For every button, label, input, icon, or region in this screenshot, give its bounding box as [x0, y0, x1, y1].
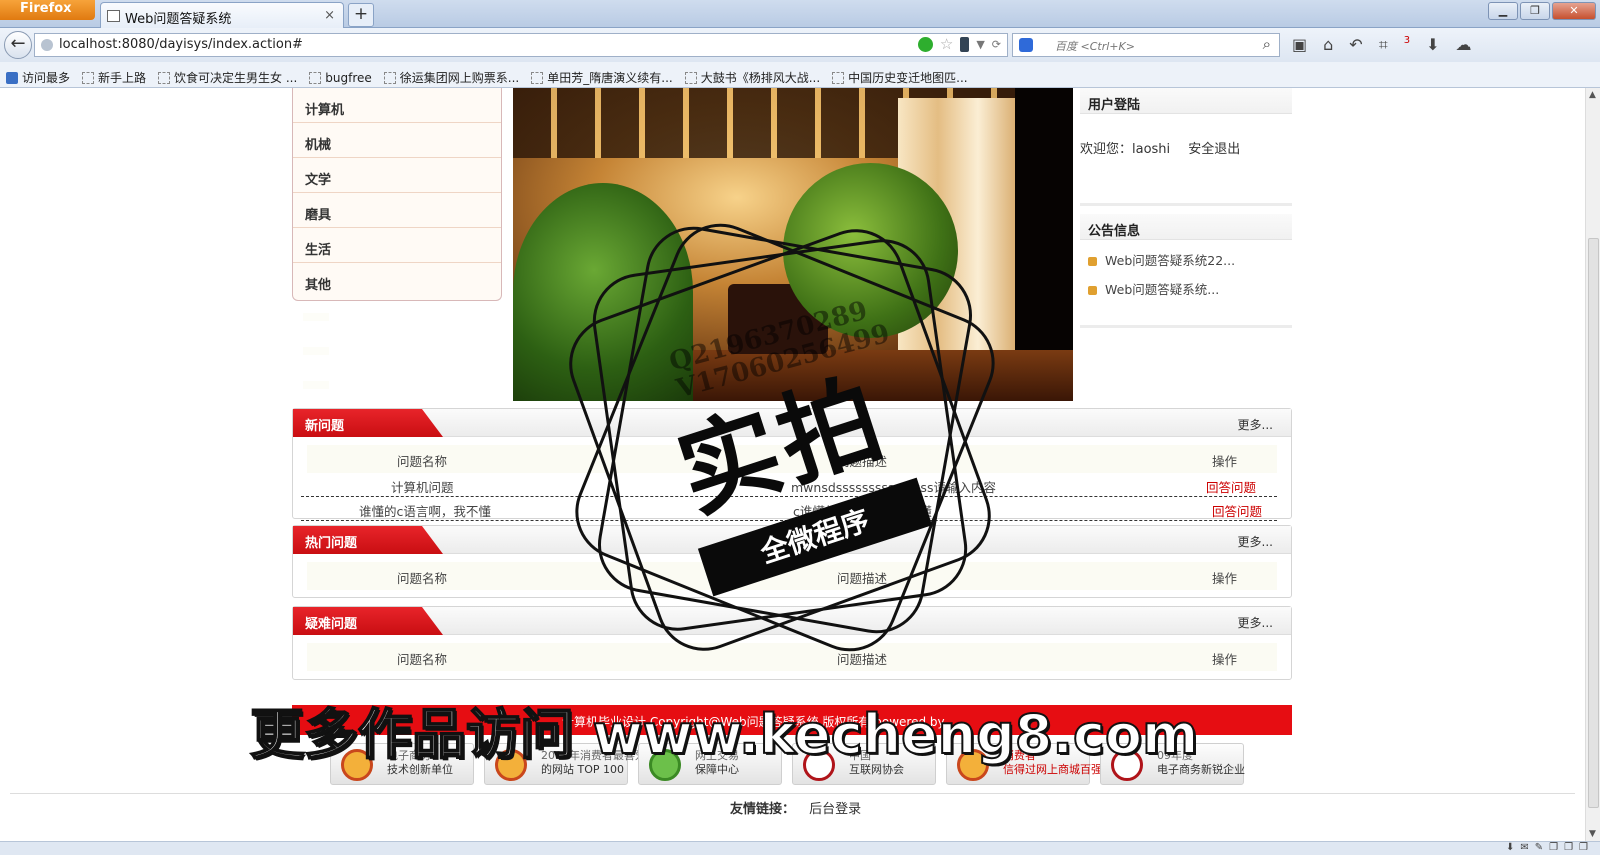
hard-questions-panel: 疑难问题 更多... 问题名称 问题描述 操作 — [292, 606, 1292, 680]
search-placeholder: 百度 <Ctrl+K> — [1055, 40, 1135, 53]
new-questions-title: 新问题 — [293, 409, 443, 437]
category-item-mechanical[interactable]: 机械 — [293, 123, 501, 158]
search-icon[interactable]: ⌕ — [1263, 35, 1271, 53]
category-menu: 计算机 机械 文学 磨具 生活 其他 — [292, 88, 502, 301]
category-item-literature[interactable]: 文学 — [293, 158, 501, 193]
new-questions-more-link[interactable]: 更多... — [1238, 416, 1273, 433]
scrollbar-thumb[interactable] — [1588, 238, 1599, 808]
bookmark-star-icon[interactable]: ☆ — [940, 36, 953, 52]
hard-questions-more-link[interactable]: 更多... — [1238, 614, 1273, 631]
bookmark-icon — [309, 71, 322, 84]
category-item-mold[interactable]: 磨具 — [293, 193, 501, 228]
maximize-button[interactable]: ❐ — [1520, 2, 1550, 20]
bookmark-item[interactable]: 大鼓书《杨排风大战... — [684, 68, 820, 87]
close-window-button[interactable]: ✕ — [1552, 2, 1596, 20]
category-item-other[interactable]: 其他 — [293, 263, 501, 298]
firefox-menu-button[interactable]: Firefox — [0, 0, 95, 20]
scroll-down-icon[interactable]: ▼ — [1589, 829, 1596, 839]
answer-question-link[interactable]: 回答问题 — [1206, 477, 1256, 496]
table-header: 问题名称 问题描述 操作 — [307, 643, 1277, 671]
baidu-engine-icon[interactable] — [1019, 38, 1033, 52]
welcome-text: 欢迎您：laoshi — [1080, 142, 1171, 157]
reload-icon[interactable]: ⟳ — [992, 38, 1001, 51]
bullet-icon — [1088, 286, 1097, 295]
category-item-life[interactable]: 生活 — [293, 228, 501, 263]
bookmark-icon — [531, 71, 544, 84]
bookmark-item[interactable]: 访问最多 — [6, 68, 70, 87]
back-arrow-icon[interactable]: ← — [4, 31, 32, 59]
search-bar[interactable]: 百度 <Ctrl+K> ⌕ — [1012, 33, 1280, 57]
question-name-link[interactable]: 谁懂的c语言啊，我不懂 — [359, 501, 491, 520]
bookmark-item[interactable]: 徐运集团网上购票系... — [383, 68, 519, 87]
addon-badge[interactable]: 3 — [1404, 35, 1410, 55]
status-bar: ⬇✉✎❐❐❐ — [0, 841, 1600, 855]
page-scrollbar[interactable]: ▲ ▼ — [1585, 88, 1600, 841]
notice-box: 公告信息 Web问题答疑系统22... Web问题答疑系统... — [1080, 214, 1292, 328]
notice-item[interactable]: Web问题答疑系统... — [1088, 279, 1219, 298]
bookmark-icon — [684, 71, 697, 84]
category-shadow — [303, 313, 329, 415]
window-controls: ▁ ❐ ✕ — [1488, 2, 1596, 20]
page-favicon-icon — [107, 10, 120, 22]
new-tab-button[interactable]: + — [348, 3, 374, 27]
bookmark-icon — [383, 71, 396, 84]
bookmark-icon — [832, 71, 845, 84]
login-title: 用户登陆 — [1080, 88, 1292, 114]
footer-divider — [10, 793, 1575, 794]
undo-icon[interactable]: ↶ — [1349, 35, 1362, 55]
tab-close-icon[interactable]: × — [324, 8, 335, 23]
bullet-icon — [1088, 257, 1097, 266]
hot-questions-more-link[interactable]: 更多... — [1238, 533, 1273, 550]
login-box: 用户登陆 欢迎您：laoshi 安全退出 — [1080, 88, 1292, 206]
mobile-icon[interactable] — [960, 36, 970, 52]
friend-links: 友情链接： 后台登录 — [730, 802, 862, 817]
notice-title: 公告信息 — [1080, 214, 1292, 240]
bookmark-item[interactable]: 单田芳_隋唐演义续有... — [531, 68, 673, 87]
crop-icon[interactable]: ⌗ — [1379, 35, 1388, 55]
download-icon[interactable]: ⬇ — [1426, 35, 1439, 55]
home-icon[interactable]: ⌂ — [1323, 35, 1333, 55]
navigation-bar: ← localhost:8080/dayisys/index.action# ☆… — [0, 28, 1600, 62]
url-bar[interactable]: localhost:8080/dayisys/index.action# ☆ ▼… — [34, 33, 1008, 57]
question-name-link[interactable]: 计算机问题 — [391, 477, 454, 496]
answer-question-link[interactable]: 回答问题 — [1212, 501, 1262, 520]
tab-bar: Firefox Web问题答疑系统 × + ▁ ❐ ✕ — [0, 0, 1600, 28]
bookmarks-toolbar: 访问最多 新手上路 饮食可决定生男生女 ... bugfree 徐运集团网上购票… — [0, 62, 1600, 88]
minimize-button[interactable]: ▁ — [1488, 2, 1518, 20]
status-icons: ⬇✉✎❐❐❐ — [1505, 842, 1594, 853]
site-identity-icon[interactable] — [41, 39, 53, 51]
tab-active[interactable]: Web问题答疑系统 × — [100, 2, 344, 28]
bookmark-icon — [6, 71, 18, 84]
bookmark-icon — [158, 71, 171, 84]
tab-title: Web问题答疑系统 — [125, 12, 232, 27]
bookmarks-menu-icon[interactable]: ▣ — [1292, 35, 1307, 55]
category-item-computer[interactable]: 计算机 — [293, 88, 501, 123]
go-icon[interactable] — [917, 36, 933, 52]
logout-link[interactable]: 安全退出 — [1188, 142, 1240, 157]
bookmark-item[interactable]: 饮食可决定生男生女 ... — [158, 68, 297, 87]
bookmark-item[interactable]: 新手上路 — [82, 68, 146, 87]
bookmark-icon — [82, 71, 95, 84]
admin-login-link[interactable]: 后台登录 — [809, 802, 861, 817]
watermark-site: 更多作品访问 www.kecheng8.com — [249, 702, 1199, 767]
bookmark-item[interactable]: 中国历史变迁地图匹... — [832, 68, 968, 87]
scroll-up-icon[interactable]: ▲ — [1589, 90, 1596, 100]
chat-icon[interactable]: ☁ — [1455, 35, 1471, 55]
hot-questions-title: 热门问题 — [293, 526, 443, 554]
notice-item[interactable]: Web问题答疑系统22... — [1088, 250, 1235, 269]
url-text: localhost:8080/dayisys/index.action# — [59, 37, 303, 52]
hard-questions-title: 疑难问题 — [293, 607, 443, 635]
history-dropdown-icon[interactable]: ▼ — [976, 38, 984, 51]
bookmark-item[interactable]: bugfree — [309, 68, 372, 87]
